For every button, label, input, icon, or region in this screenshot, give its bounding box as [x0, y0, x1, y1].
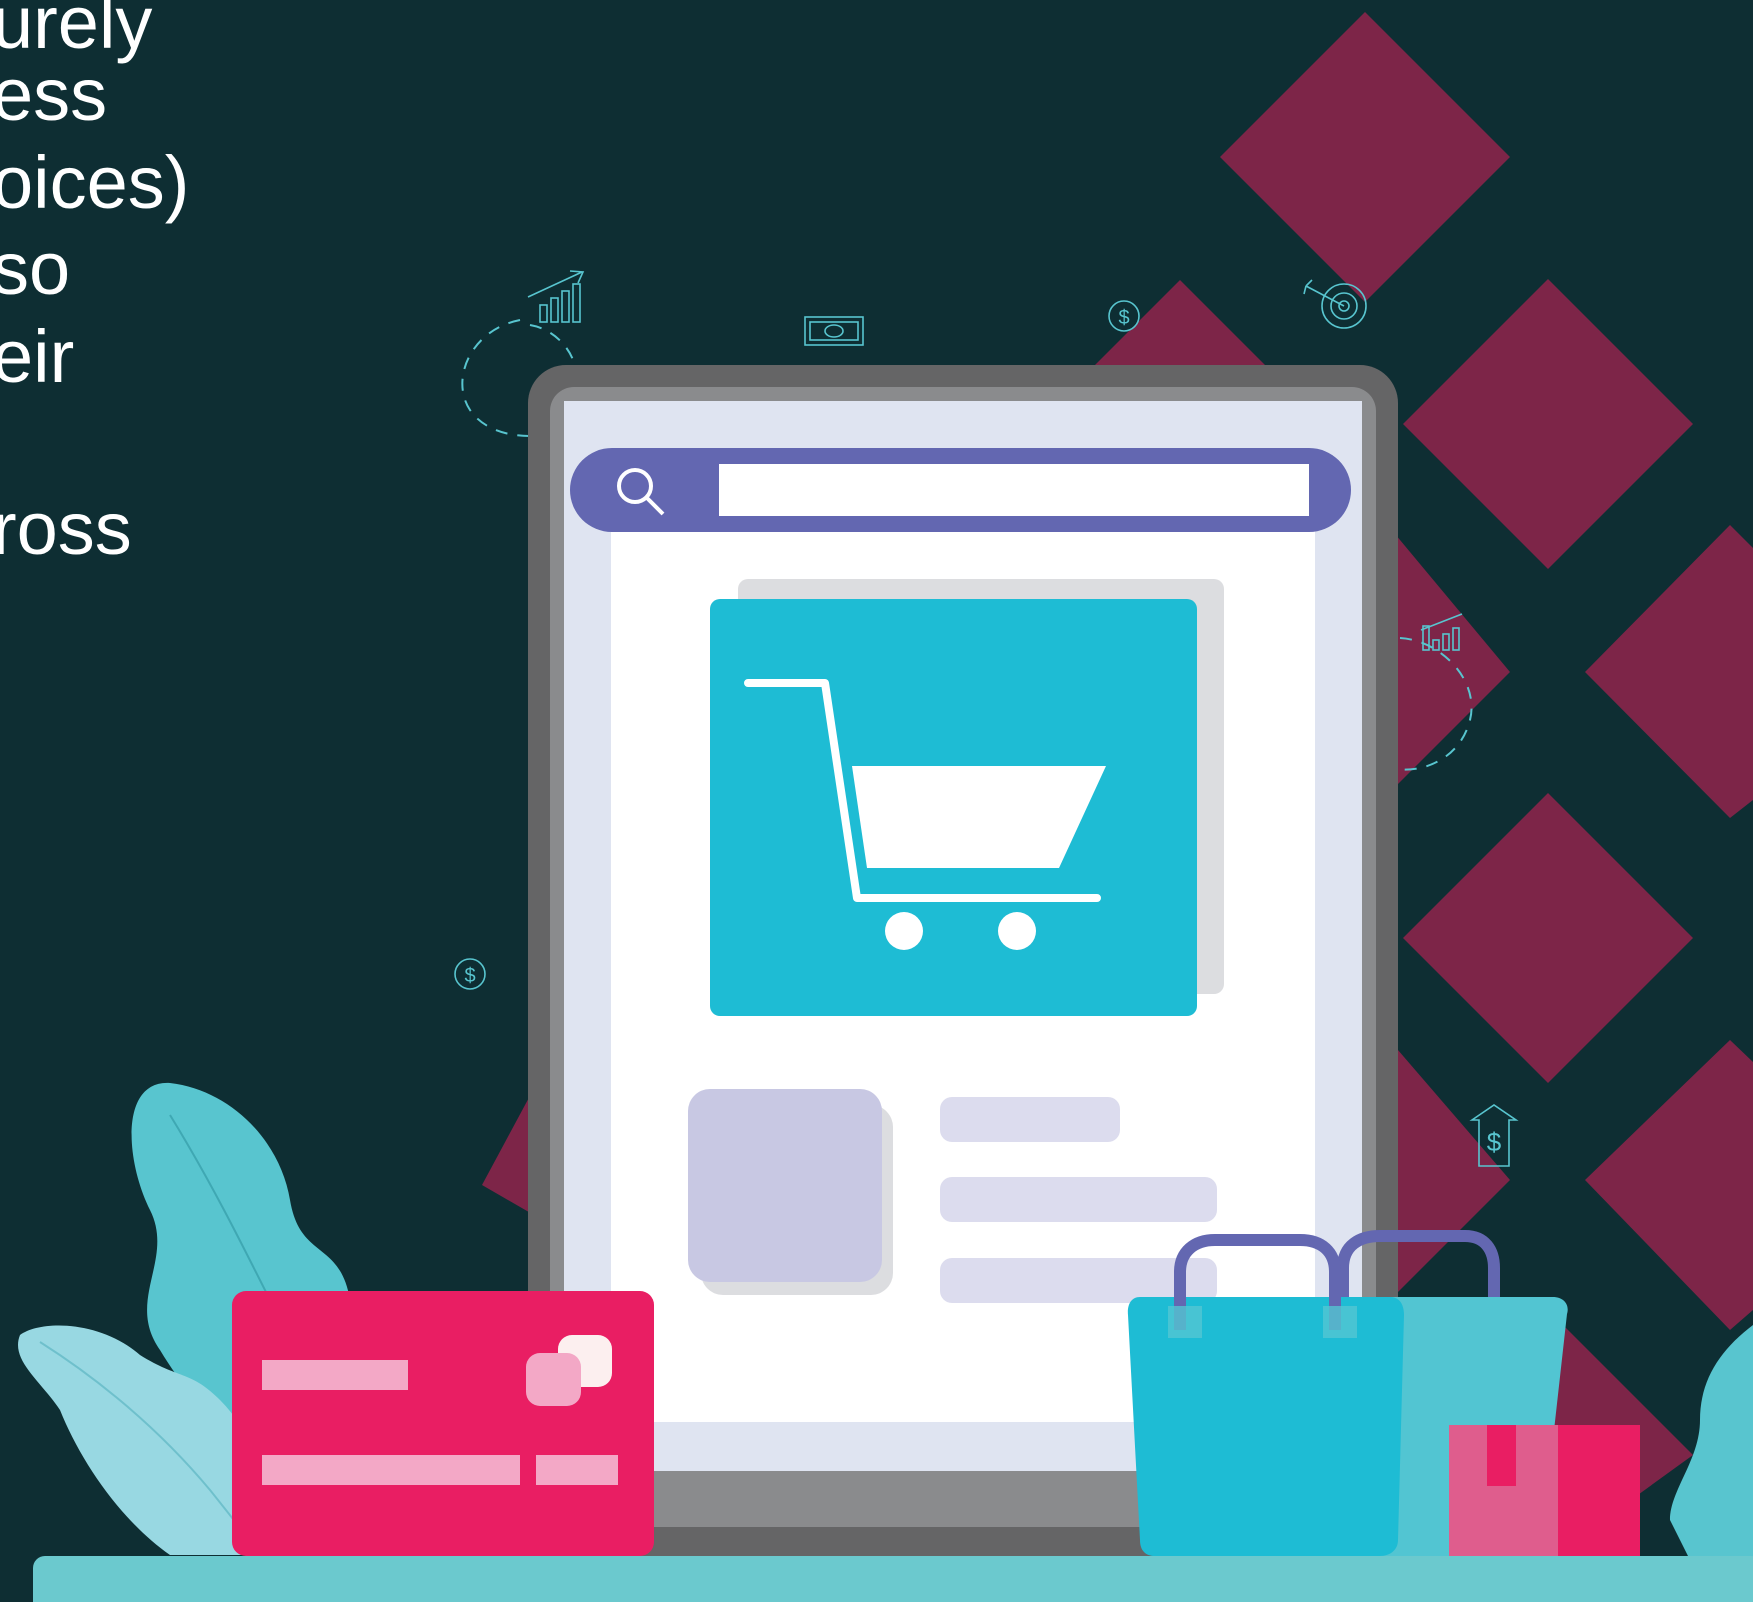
credit-card [232, 1291, 654, 1556]
diamond-shape [1585, 1040, 1753, 1330]
heading-text-line: urely [0, 0, 153, 64]
card-name-line [262, 1455, 520, 1485]
house-dollar-icon: $ [1469, 1104, 1519, 1167]
heading-text-line: ross [0, 487, 132, 570]
heading-text-line: so [0, 227, 71, 310]
diamond-shape [1403, 793, 1693, 1083]
svg-text:$: $ [464, 965, 475, 987]
credit-card-icon[interactable] [232, 1291, 654, 1556]
svg-text:$: $ [1487, 1127, 1502, 1157]
parcel-box-front [1558, 1425, 1640, 1558]
diamond-shape [1403, 279, 1693, 569]
product-desc-placeholder [940, 1177, 1217, 1222]
bag-rivet [1168, 1306, 1202, 1338]
ground-ledge [33, 1556, 1753, 1602]
dollar-coin-icon: $ [1108, 300, 1140, 332]
card-number-line [262, 1360, 408, 1390]
heading-text-line: oices) [0, 141, 190, 224]
product-title-placeholder [940, 1097, 1120, 1142]
card-chip-front [526, 1353, 581, 1406]
bar-chart-growth-icon [527, 270, 585, 323]
diamond-shape [1585, 525, 1753, 818]
product-thumbnail[interactable] [688, 1089, 882, 1282]
shopping-illustration: $ $ $ [18, 12, 1753, 1602]
svg-text:$: $ [1118, 307, 1129, 329]
card-expiry-line [536, 1455, 618, 1485]
target-arrow-icon [1303, 279, 1367, 329]
diamond-shape [1220, 12, 1510, 302]
dollar-coin-icon: $ [454, 958, 486, 990]
parcel-box-icon[interactable] [1449, 1425, 1640, 1558]
search-input[interactable] [719, 464, 1309, 516]
heading-text-line: ess [0, 53, 108, 136]
heading-text-line: eir [0, 315, 75, 398]
banknote-icon [804, 316, 864, 346]
parcel-tape [1487, 1425, 1516, 1486]
bag-rivet [1323, 1306, 1357, 1338]
